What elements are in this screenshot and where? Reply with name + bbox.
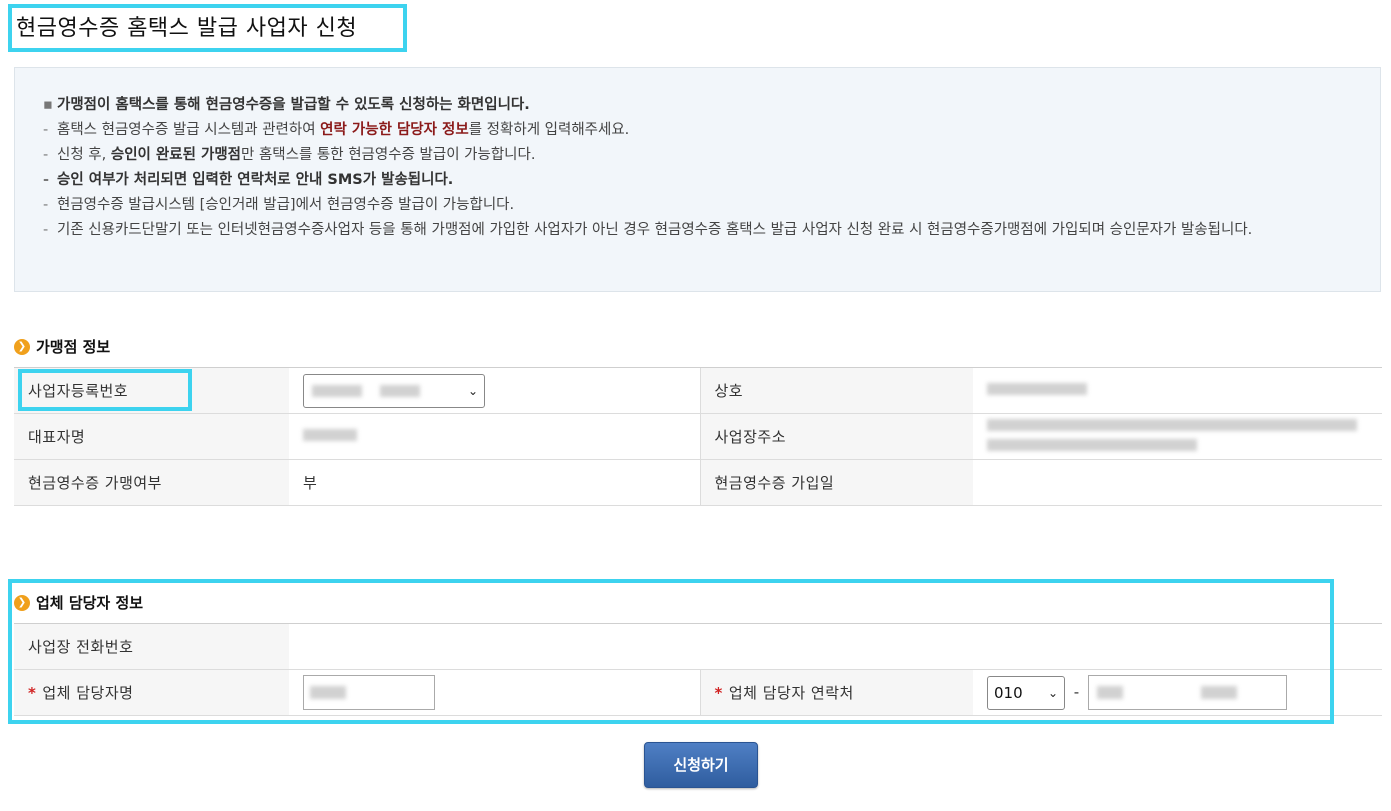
info-line: ▪ 가맹점이 홈택스를 통해 현금영수증을 발급할 수 있도록 신청하는 화면입니…	[43, 97, 530, 113]
table-row: 대표자명 사업장주소	[14, 413, 1382, 460]
joined-value: 부	[289, 459, 700, 506]
phone-value	[289, 623, 1383, 670]
company-label: 상호	[699, 367, 973, 414]
business-no-cell: ⌄	[289, 367, 700, 414]
info-list: ▪ 가맹점이 홈택스를 통해 현금영수증을 발급할 수 있도록 신청하는 화면입니…	[15, 68, 1380, 243]
merchant-section-title: ❯ 가맹점 정보	[14, 336, 110, 357]
mobile-separator: -	[1073, 683, 1080, 701]
submit-button[interactable]: 신청하기	[644, 742, 758, 788]
mobile-prefix-select[interactable]: 010 ⌄	[987, 675, 1065, 710]
info-line: - 현금영수증 발급시스템 [승인거래 발급]에서 현금영수증 발급이 가능합니다…	[43, 197, 515, 213]
info-line: - 기존 신용카드단말기 또는 인터넷현금영수증사업자 등을 통해 가맹점에 가입…	[43, 222, 1253, 238]
representative-value	[289, 413, 700, 460]
joined-label: 현금영수증 가맹여부	[14, 459, 289, 506]
contact-mobile-label: * 업체 담당자 연락처	[699, 669, 973, 716]
table-row: * 업체 담당자명 * 업체 담당자 연락처 010 ⌄ -	[14, 669, 1383, 716]
info-box: ▪ 가맹점이 홈택스를 통해 현금영수증을 발급할 수 있도록 신청하는 화면입니…	[14, 67, 1381, 292]
merchant-table: 사업자등록번호 ⌄ 상호 대표자명 사업장주소 현금영수증 가맹여부 부 현금영…	[14, 367, 1382, 506]
contact-mobile-cell: 010 ⌄ -	[973, 669, 1383, 716]
contact-table: 사업장 전화번호 * 업체 담당자명 * 업체 담당자 연락처 010 ⌄ -	[14, 623, 1383, 716]
join-date-label: 현금영수증 가입일	[699, 459, 973, 506]
chevron-right-icon: ❯	[14, 594, 30, 611]
table-row: 사업장 전화번호	[14, 623, 1383, 670]
required-mark: *	[28, 684, 37, 702]
info-line: - 승인 여부가 처리되면 입력한 연락처로 안내 SMS가 발송됩니다.	[43, 172, 454, 188]
page-title: 현금영수증 홈택스 발급 사업자 신청	[16, 16, 358, 41]
table-row: 사업자등록번호 ⌄ 상호	[14, 367, 1382, 414]
join-date-value	[973, 459, 1382, 506]
contact-section-title: ❯ 업체 담당자 정보	[14, 592, 143, 613]
representative-label: 대표자명	[14, 413, 289, 460]
business-no-select[interactable]: ⌄	[303, 373, 485, 408]
table-row: 현금영수증 가맹여부 부 현금영수증 가입일	[14, 459, 1382, 506]
contact-name-cell	[289, 669, 700, 716]
company-value	[973, 367, 1382, 414]
phone-label: 사업장 전화번호	[14, 623, 289, 670]
business-no-label: 사업자등록번호	[14, 367, 289, 414]
address-label: 사업장주소	[699, 413, 973, 460]
info-line: - 신청 후, 승인이 완료된 가맹점만 홈택스를 통한 현금영수증 발급이 가능…	[43, 147, 536, 163]
required-mark: *	[714, 684, 723, 702]
contact-name-label: * 업체 담당자명	[14, 669, 289, 716]
mobile-number-input[interactable]	[1087, 675, 1287, 710]
address-value	[973, 413, 1382, 460]
info-line: - 홈택스 현금영수증 발급 시스템과 관련하여 연락 가능한 담당자 정보를 정…	[43, 122, 630, 138]
chevron-right-icon: ❯	[14, 338, 30, 355]
contact-name-input[interactable]	[303, 675, 435, 710]
chevron-down-icon: ⌄	[1047, 685, 1058, 700]
chevron-down-icon: ⌄	[467, 383, 478, 398]
